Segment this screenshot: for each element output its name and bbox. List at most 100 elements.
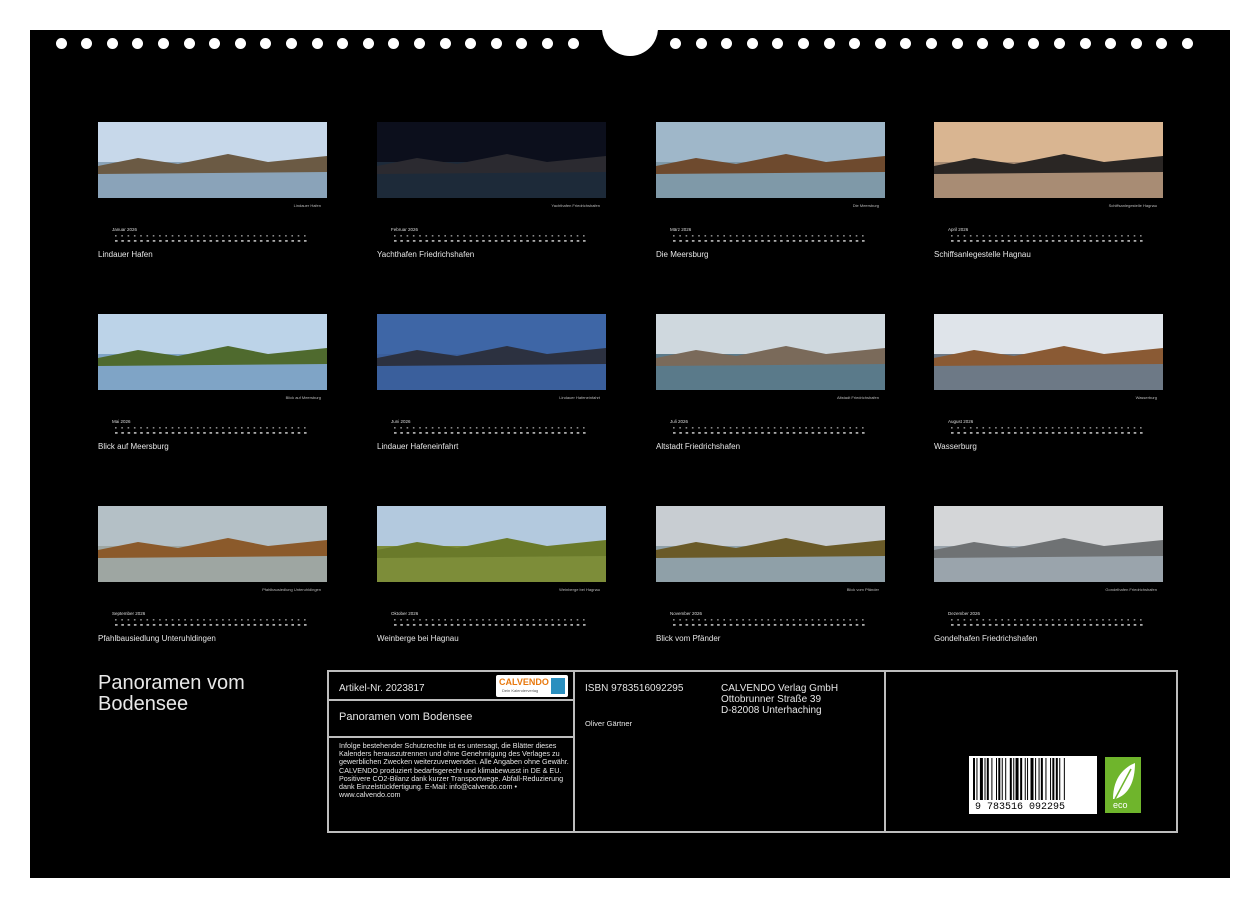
panorama-photo [98,506,327,582]
binding-hole [158,38,169,49]
photo-caption: Lindauer Hafeneinfahrt [559,395,600,400]
binding-hole [132,38,144,49]
month-label: März 2026 [670,227,692,232]
author: Oliver Gärtner [585,719,633,728]
month-title: Blick auf Meersburg [98,442,169,451]
photo-caption: Blick vom Pfänder [846,587,879,592]
month-title: Schiffsanlegestelle Hagnau [934,250,1031,259]
photo-caption: Gondelhafen Friedrichshafen [1105,587,1157,592]
binding-hole [337,38,349,49]
binding-hole [1079,38,1091,49]
day-grid [394,427,586,434]
divider [329,736,573,738]
photo-illustration [377,122,606,198]
panorama-photo [656,506,885,582]
month-title: Wasserburg [934,442,977,451]
calvendo-logo: CALVENDO Dein Kalenderverlag [496,675,568,697]
month-label: August 2026 [948,419,974,424]
publisher-street: Ottobrunner Straße 39 [721,694,822,705]
month-title: Lindauer Hafen [98,250,153,259]
binding-hole [1002,38,1014,49]
photo-caption: Altstadt Friedrichshafen [836,395,879,400]
binding-hole [311,38,323,49]
publisher-name: CALVENDO Verlag GmbH [721,683,839,694]
binding-hole [849,38,861,49]
panorama-photo [934,314,1163,390]
binding-hole [362,38,374,49]
day-grid [115,619,307,626]
day-grid [394,235,586,242]
barcode-digits: 9 783516 092295 [975,802,1066,813]
month-label: Juni 2026 [391,419,411,424]
binding-hole [414,38,425,49]
month-title: Yachthafen Friedrichshafen [377,250,475,259]
article-number: Artikel-Nr. 2023817 [339,683,425,694]
calendar-title: Panoramen vom Bodensee [98,672,245,715]
binding-hole [388,38,400,49]
day-grid [951,427,1143,434]
month-label: Mai 2026 [112,419,131,424]
photo-illustration [934,122,1163,198]
hanger-notch [602,30,658,56]
binding-hole [260,38,272,49]
calendar-back-page: Lindauer Hafen Januar 2026 Lindauer Hafe… [30,30,1230,878]
legal-text: Infolge bestehender Schutzrechte ist es … [339,741,569,800]
binding-hole [542,38,553,49]
photo-illustration [656,314,885,390]
photo-caption: Wasserburg [1135,395,1157,400]
month-label: September 2026 [112,611,146,616]
binding-hole [81,38,93,49]
logo-name: CALVENDO [499,677,549,687]
binding-hole [465,38,477,49]
month-title: Die Meersburg [656,250,709,259]
binding-hole [1054,38,1065,49]
binding-hole [1105,38,1117,49]
binding-hole [695,38,707,49]
photo-illustration [377,314,606,390]
info-box: Artikel-Nr. 2023817 CALVENDO Dein Kalend… [327,670,1178,833]
binding-hole [439,38,451,49]
barcode: 9 783516 092295 [969,756,1097,814]
day-grid [115,427,307,434]
photo-illustration [656,122,885,198]
binding-hole [926,38,937,49]
binding-hole [951,38,963,49]
binding-hole [516,38,528,49]
photo-illustration [934,506,1163,582]
binding-hole [106,38,118,49]
binding-hole [1130,38,1142,49]
eco-label: eco [1113,800,1128,810]
binding-hole [209,38,221,49]
month-title: Weinberge bei Hagnau [377,634,459,643]
panorama-photo [656,314,885,390]
binding-hole [874,38,886,49]
binding-hole [798,38,809,49]
day-grid [673,427,865,434]
binding-hole [286,38,297,49]
month-title: Pfahlbausiedlung Unteruhldingen [98,634,216,643]
eco-badge: eco [1105,757,1141,813]
day-grid [951,619,1143,626]
day-grid [394,619,586,626]
logo-subtitle: Dein Kalenderverlag [502,688,539,693]
panorama-photo [98,122,327,198]
photo-illustration [656,506,885,582]
month-label: Januar 2026 [112,227,138,232]
day-grid [673,619,865,626]
photo-illustration [98,314,327,390]
product-title: Panoramen vom Bodensee [339,711,473,723]
binding-hole [183,38,195,49]
logo-mark-icon [551,678,565,694]
panorama-photo [934,122,1163,198]
binding-hole [1182,38,1193,49]
month-label: Dezember 2026 [948,611,981,616]
day-grid [115,235,307,242]
binding-hole [234,38,246,49]
binding-hole [1156,38,1168,49]
month-title: Lindauer Hafeneinfahrt [377,442,459,451]
binding-hole [746,38,758,49]
binding-hole [55,38,67,49]
panorama-photo [377,314,606,390]
binding-hole [823,38,835,49]
photo-caption: Weinberge bei Hagnau [559,587,600,592]
